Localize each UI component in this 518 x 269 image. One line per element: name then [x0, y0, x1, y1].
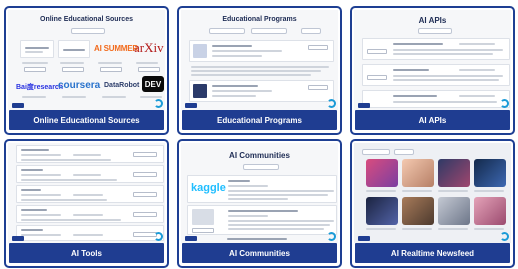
card-caption[interactable]: AI Realtime Newsfeed	[355, 243, 510, 263]
card-caption[interactable]: Educational Programs	[182, 110, 337, 130]
loading-ring-icon	[154, 232, 163, 241]
preview-dropdown	[243, 164, 279, 170]
preview-dropdown	[71, 28, 105, 34]
card-preview: AI APIs	[354, 10, 511, 110]
loading-ring-icon	[500, 232, 509, 241]
preview-dropdown	[301, 28, 321, 34]
news-thumbnail[interactable]	[366, 197, 398, 225]
dev-logo-tile: DEV	[142, 76, 164, 92]
loading-ring-icon	[327, 232, 336, 241]
chat-badge[interactable]	[12, 103, 24, 108]
datarobot-logo: DataRobot	[104, 82, 140, 89]
kaggle-logo: kaggle	[191, 182, 226, 194]
visit-button[interactable]	[138, 67, 160, 72]
tool-entry[interactable]	[16, 225, 164, 241]
card-preview	[354, 143, 511, 243]
preview-title: AI Communities	[229, 151, 290, 160]
preview-dropdown	[362, 149, 390, 155]
preview-title: Educational Programs	[222, 16, 297, 23]
tool-entry[interactable]	[16, 185, 164, 203]
news-thumbnail[interactable]	[474, 197, 506, 225]
news-thumbnail[interactable]	[438, 197, 470, 225]
ai-summer-logo: AI SUMMER	[94, 44, 138, 53]
preview-dropdown	[418, 28, 452, 34]
preview-dropdown	[209, 28, 245, 34]
card-preview: Educational Programs	[181, 10, 338, 110]
card-preview	[8, 143, 165, 243]
preview-title: Online Educational Sources	[40, 16, 133, 23]
card-caption[interactable]: Online Educational Sources	[9, 110, 164, 130]
logo-box-university	[20, 40, 54, 58]
visit-button[interactable]	[24, 67, 46, 72]
news-thumbnail[interactable]	[402, 197, 434, 225]
program-entry[interactable]	[189, 80, 334, 102]
card-caption[interactable]: AI Tools	[9, 243, 164, 263]
card-ai-apis[interactable]: AI APIs AI APIs	[350, 6, 515, 135]
chat-badge[interactable]	[185, 236, 197, 241]
card-caption[interactable]: AI Communities	[182, 243, 337, 263]
arxiv-logo: arXiv	[134, 40, 164, 55]
card-educational-programs[interactable]: Educational Programs Educational Program…	[177, 6, 342, 135]
preview-dropdown	[251, 28, 287, 34]
baidu-research-logo: Bai度research	[16, 84, 64, 91]
chat-badge[interactable]	[358, 103, 370, 108]
news-thumbnail[interactable]	[402, 159, 434, 187]
card-preview: AI Communities kaggle	[181, 143, 338, 243]
tool-entry[interactable]	[16, 205, 164, 223]
visit-button[interactable]	[100, 67, 122, 72]
dev-logo: DEV	[144, 79, 162, 89]
card-ai-tools[interactable]: AI Tools	[4, 139, 169, 268]
chat-badge[interactable]	[185, 103, 197, 108]
loading-ring-icon	[327, 99, 336, 108]
api-entry[interactable]	[362, 38, 510, 60]
program-entry[interactable]	[189, 40, 334, 62]
news-thumbnail[interactable]	[474, 159, 506, 187]
card-caption[interactable]: AI APIs	[355, 110, 510, 130]
loading-ring-icon	[154, 99, 163, 108]
news-thumbnail[interactable]	[366, 159, 398, 187]
preview-dropdown	[394, 149, 414, 155]
tool-entry[interactable]	[16, 165, 164, 183]
api-entry[interactable]	[362, 64, 510, 86]
loading-ring-icon	[500, 99, 509, 108]
community-entry[interactable]: kaggle	[187, 175, 337, 203]
tool-entry[interactable]	[16, 145, 164, 163]
card-online-educational-sources[interactable]: Online Educational Sources AI SUMMER arX…	[4, 6, 169, 135]
news-thumbnail[interactable]	[438, 159, 470, 187]
preview-title: AI APIs	[418, 16, 447, 25]
card-ai-realtime-newsfeed[interactable]: AI Realtime Newsfeed	[350, 139, 515, 268]
coursera-logo: coursera	[58, 80, 101, 91]
chat-badge[interactable]	[358, 236, 370, 241]
logo-box-partner	[58, 40, 90, 58]
card-ai-communities[interactable]: AI Communities kaggle AI Communities	[177, 139, 342, 268]
card-preview: Online Educational Sources AI SUMMER arX…	[8, 10, 165, 110]
community-entry[interactable]	[187, 205, 337, 235]
chat-badge[interactable]	[12, 236, 24, 241]
visit-button[interactable]	[62, 67, 84, 72]
api-entry[interactable]	[362, 90, 510, 108]
